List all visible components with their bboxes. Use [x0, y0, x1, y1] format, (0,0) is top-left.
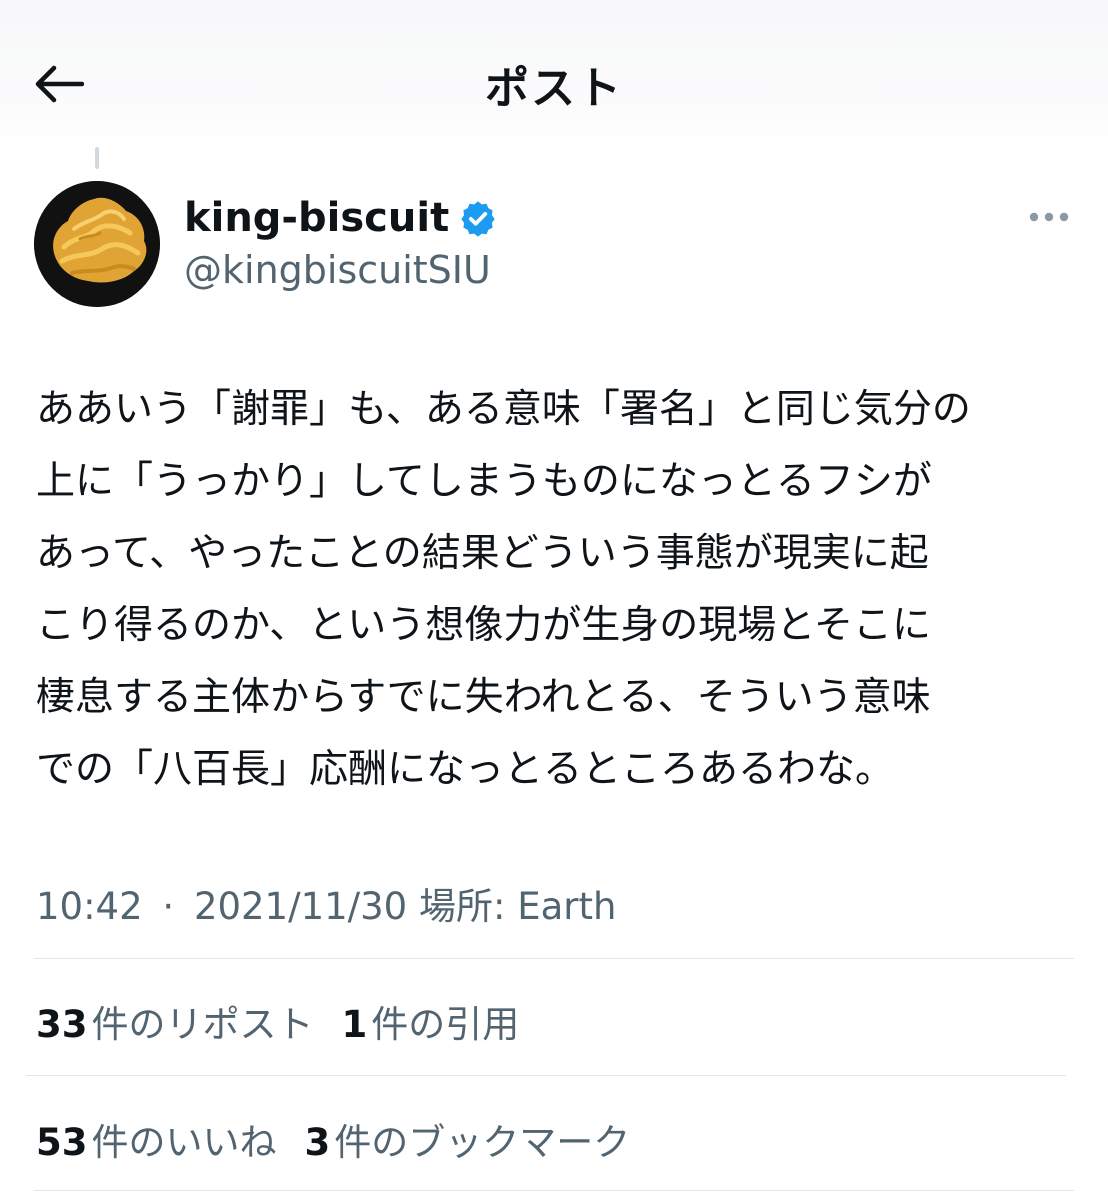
engagement-row-likes: 53 件のいいね 3 件のブックマーク	[36, 1112, 658, 1166]
more-dots-icon	[1029, 212, 1069, 222]
post-text-line: ああいう「謝罪」も、ある意味「署名」と同じ気分の	[36, 387, 971, 432]
likes-label: 件のいいね	[91, 1121, 277, 1164]
top-bar: ポスト	[0, 0, 1108, 150]
quotes-label: 件の引用	[371, 1003, 520, 1046]
likes-stat[interactable]: 53 件のいいね	[36, 1112, 277, 1166]
divider	[34, 1190, 1074, 1191]
reposts-count: 33	[36, 1003, 88, 1046]
engagement-row-reposts: 33 件のリポスト 1 件の引用	[36, 994, 547, 1048]
post-date[interactable]: 2021/11/30	[194, 885, 407, 928]
display-name[interactable]: king-biscuit	[184, 195, 449, 241]
thread-connector-line	[95, 147, 99, 169]
verified-badge-icon	[461, 201, 495, 237]
location-label: 場所:	[418, 885, 506, 928]
divider	[34, 958, 1074, 959]
post-metadata: 10:42 · 2021/11/30 場所: Earth	[36, 876, 616, 930]
more-options-button[interactable]	[1022, 200, 1076, 234]
display-name-row: king-biscuit	[184, 194, 497, 242]
biscuit-avatar-image	[34, 181, 160, 307]
post-time[interactable]: 10:42	[36, 885, 143, 928]
page-title: ポスト	[485, 63, 623, 114]
post-text-line: あって、やったことの結果どういう事態が現実に起	[36, 531, 929, 576]
post-text-line: での「八百長」応酬になっとるところあるわな。	[36, 747, 895, 792]
divider	[26, 1075, 1066, 1076]
post-text-line: こり得るのか、という想像力が生身の現場とそこに	[36, 603, 932, 648]
avatar[interactable]	[34, 181, 160, 307]
reposts-stat[interactable]: 33 件のリポスト	[36, 994, 314, 1048]
bookmarks-count: 3	[304, 1121, 331, 1164]
quotes-count: 1	[341, 1003, 368, 1046]
location-value: Earth	[517, 885, 617, 928]
likes-count: 53	[36, 1121, 88, 1164]
post-text-line: 上に「うっかり」してしまうものになっとるフシが	[36, 459, 932, 504]
bookmarks-stat[interactable]: 3 件のブックマーク	[305, 1112, 631, 1166]
post-text-line: 棲息する主体からすでに失われとる、そういう意味	[36, 675, 931, 720]
reposts-label: 件のリポスト	[91, 1003, 314, 1046]
user-handle[interactable]: @kingbiscuitSIU	[184, 248, 497, 292]
meta-separator: ·	[162, 885, 175, 928]
quotes-stat[interactable]: 1 件の引用	[342, 994, 520, 1048]
author-info: king-biscuit @kingbiscuitSIU	[184, 194, 497, 292]
bookmarks-label: 件のブックマーク	[334, 1121, 631, 1164]
post-text: ああいう「謝罪」も、ある意味「署名」と同じ気分の 上に「うっかり」してしまうもの…	[36, 374, 1086, 806]
